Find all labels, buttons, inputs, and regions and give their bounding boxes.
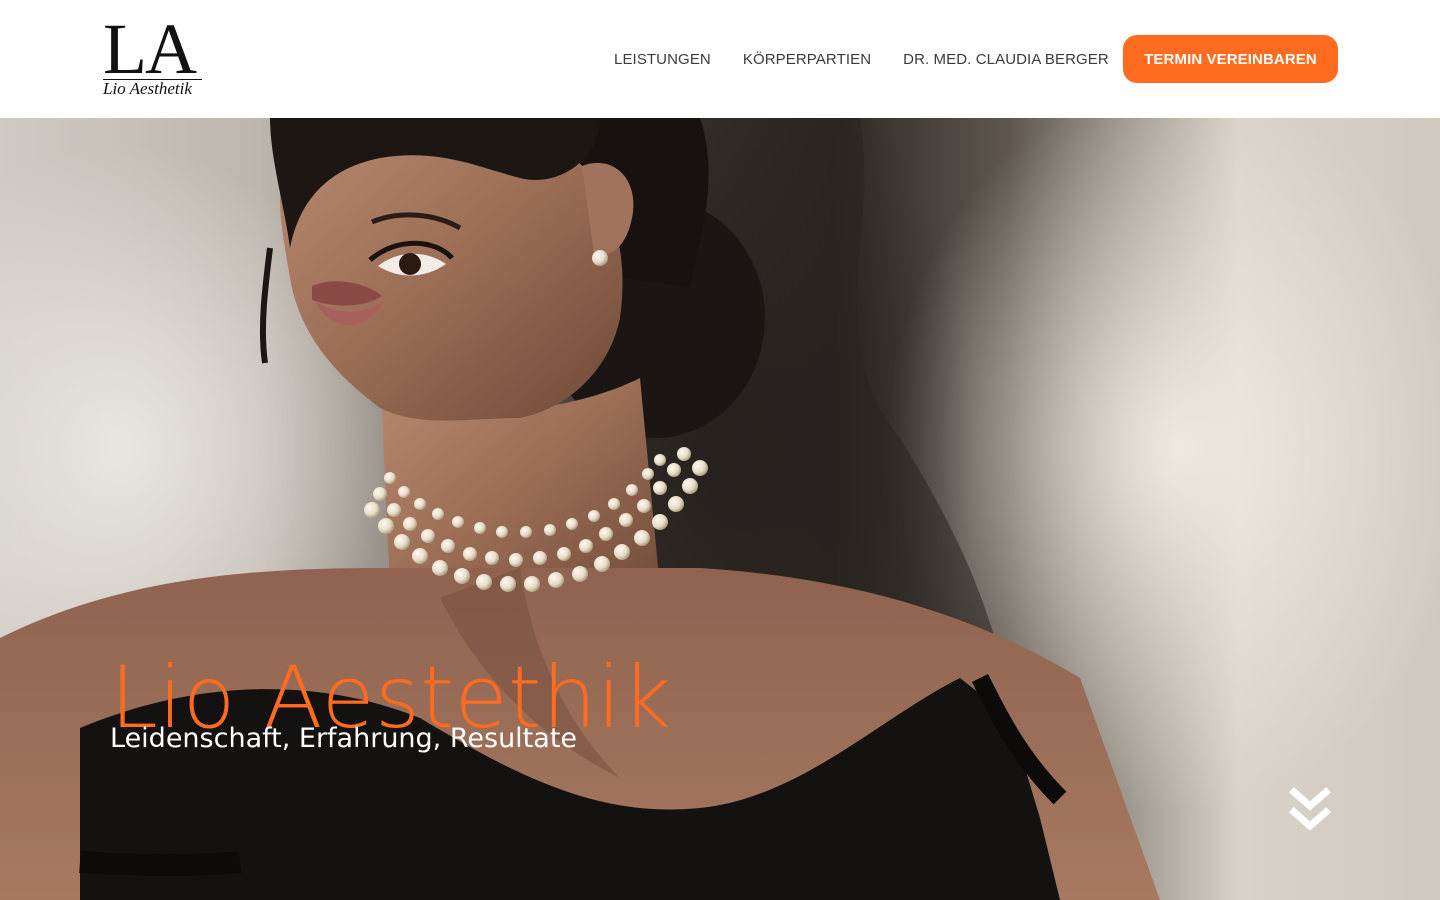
hero-section: Lio Aestethik Leidenschaft, Erfahrung, R… — [0, 118, 1440, 900]
logo-subtitle: Lio Aesthetik — [103, 79, 192, 98]
main-nav: LEISTUNGEN KÖRPERPARTIEN DR. MED. CLAUDI… — [598, 0, 1125, 118]
hero-image — [0, 118, 1160, 900]
double-chevron-down-icon[interactable] — [1288, 786, 1332, 836]
hero-subtitle: Leidenschaft, Erfahrung, Resultate — [110, 723, 578, 754]
site-logo[interactable]: LA Lio Aesthetik — [103, 9, 213, 100]
logo-mark: LA — [103, 9, 197, 89]
nav-item-koerperpartien[interactable]: KÖRPERPARTIEN — [727, 51, 887, 68]
nav-item-dr-claudia-berger[interactable]: DR. MED. CLAUDIA BERGER — [887, 51, 1125, 68]
termin-vereinbaren-button[interactable]: TERMIN VEREINBAREN — [1123, 35, 1338, 83]
site-header: LA Lio Aesthetik LEISTUNGEN KÖRPERPARTIE… — [0, 0, 1440, 118]
nav-item-leistungen[interactable]: LEISTUNGEN — [598, 51, 727, 68]
